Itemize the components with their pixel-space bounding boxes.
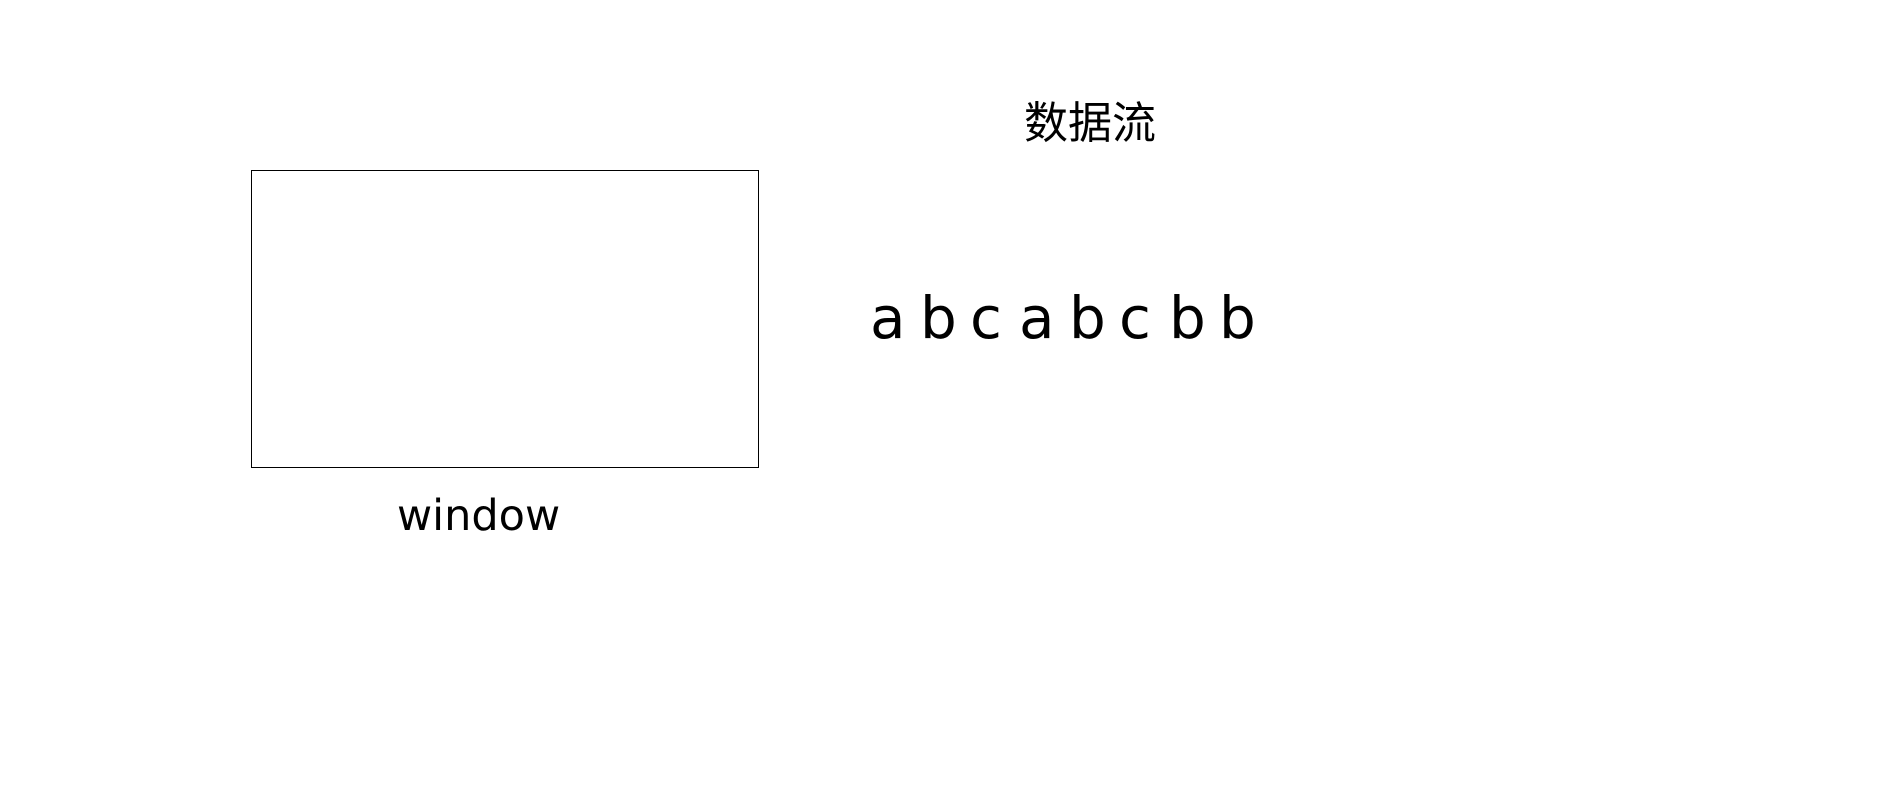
- stream-char: a: [870, 284, 906, 352]
- stream-char: c: [970, 284, 1002, 352]
- stream-char: a: [1019, 284, 1055, 352]
- stream-char: b: [920, 284, 957, 352]
- diagram-canvas: window 数据流 a b c a b c b b: [0, 0, 1898, 806]
- stream-char: c: [1119, 284, 1151, 352]
- stream-title: 数据流: [1024, 98, 1156, 149]
- stream-char: b: [1069, 284, 1106, 352]
- stream-char: b: [1169, 284, 1206, 352]
- window-label: window: [397, 491, 561, 541]
- stream-char: b: [1219, 284, 1256, 352]
- window-box: [251, 170, 759, 468]
